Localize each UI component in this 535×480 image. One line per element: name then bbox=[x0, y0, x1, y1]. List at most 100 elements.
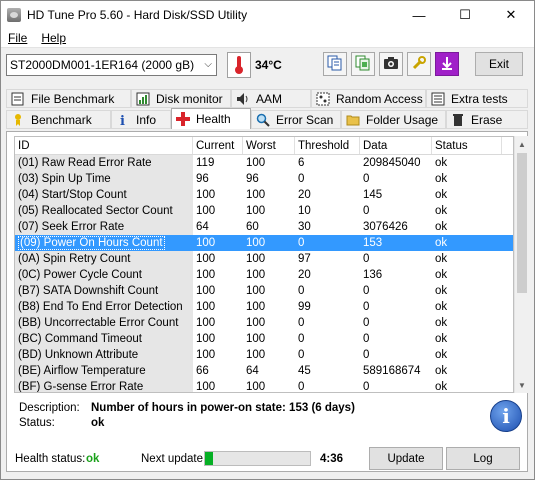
cell-current-text: 100 bbox=[196, 381, 216, 393]
scroll-up-icon[interactable]: ▲ bbox=[515, 136, 529, 152]
cell-id-text: (07) Seek Error Rate bbox=[18, 221, 125, 233]
table-row[interactable]: (BF) G-sense Error Rate 100 100 0 0 ok bbox=[15, 379, 513, 393]
cell-status-text: ok bbox=[435, 365, 448, 377]
cell-status: ok bbox=[432, 331, 502, 347]
cell-data: 136 bbox=[360, 267, 432, 283]
cell-worst: 100 bbox=[243, 315, 295, 331]
attribute-details: Description: Number of hours in power-on… bbox=[19, 400, 355, 430]
menu-file[interactable]: File bbox=[1, 31, 34, 45]
next-update-label: Next update: bbox=[141, 453, 207, 465]
table-row[interactable]: (BE) Airflow Temperature 66 64 45 589168674 o… bbox=[15, 363, 513, 379]
cell-data-text: 589168674 bbox=[363, 365, 421, 377]
header-status[interactable]: Status bbox=[432, 137, 502, 154]
tab-extra-tests[interactable]: Extra tests bbox=[426, 89, 528, 108]
cell-current: 100 bbox=[193, 235, 243, 251]
screenshot-button[interactable] bbox=[379, 52, 403, 76]
header-data[interactable]: Data bbox=[360, 137, 432, 154]
cell-current-text: 64 bbox=[196, 221, 209, 233]
cell-threshold-text: 20 bbox=[298, 189, 311, 201]
table-row[interactable]: (BD) Unknown Attribute 100 100 0 0 ok bbox=[15, 347, 513, 363]
cell-status: ok bbox=[432, 363, 502, 379]
table-row[interactable]: (09) Power On Hours Count 100 100 0 153 ok bbox=[15, 235, 513, 251]
options-button[interactable] bbox=[407, 52, 431, 76]
cell-id-text: (03) Spin Up Time bbox=[18, 173, 111, 185]
cell-data: 0 bbox=[360, 315, 432, 331]
table-row[interactable]: (B7) SATA Downshift Count 100 100 0 0 ok bbox=[15, 283, 513, 299]
header-current[interactable]: Current bbox=[193, 137, 243, 154]
info-icon[interactable]: i bbox=[490, 400, 522, 432]
tab-info[interactable]: i Info bbox=[111, 110, 171, 129]
cell-status: ok bbox=[432, 267, 502, 283]
cell-status-text: ok bbox=[435, 269, 448, 281]
tab-health-label: Health bbox=[196, 112, 231, 126]
table-row[interactable]: (04) Start/Stop Count 100 100 20 145 ok bbox=[15, 187, 513, 203]
cell-threshold-text: 0 bbox=[298, 317, 305, 329]
tab-folder-usage[interactable]: Folder Usage bbox=[341, 110, 446, 129]
exit-button[interactable]: Exit bbox=[475, 52, 523, 76]
scroll-down-icon[interactable]: ▼ bbox=[515, 377, 529, 393]
cell-id-text: (B7) SATA Downshift Count bbox=[18, 285, 159, 297]
cell-data: 0 bbox=[360, 251, 432, 267]
cell-data-text: 153 bbox=[363, 237, 383, 249]
cell-threshold: 20 bbox=[295, 187, 360, 203]
update-button[interactable]: Update bbox=[369, 447, 443, 470]
table-row[interactable]: (0C) Power Cycle Count 100 100 20 136 ok bbox=[15, 267, 513, 283]
menu-help[interactable]: Help bbox=[34, 31, 73, 45]
cell-worst-text: 100 bbox=[246, 205, 266, 217]
save-button[interactable] bbox=[435, 52, 459, 76]
tab-health[interactable]: Health bbox=[171, 108, 251, 129]
cell-threshold-text: 10 bbox=[298, 205, 311, 217]
cell-current-text: 96 bbox=[196, 173, 209, 185]
copy-text-icon bbox=[327, 55, 343, 74]
header-worst[interactable]: Worst bbox=[243, 137, 295, 154]
table-scrollbar[interactable]: ▲ ▼ bbox=[514, 136, 528, 393]
cell-threshold-text: 45 bbox=[298, 365, 311, 377]
header-threshold[interactable]: Threshold bbox=[295, 137, 360, 154]
cell-threshold-text: 0 bbox=[298, 333, 305, 345]
table-row[interactable]: (03) Spin Up Time 96 96 0 0 ok bbox=[15, 171, 513, 187]
drive-select[interactable]: ST2000DM001-1ER164 (2000 gB) ⌵ bbox=[6, 54, 217, 76]
tab-aam[interactable]: AAM bbox=[231, 89, 311, 108]
table-row[interactable]: (07) Seek Error Rate 64 60 30 3076426 ok bbox=[15, 219, 513, 235]
close-button[interactable]: ✕ bbox=[488, 1, 534, 29]
tab-disk-monitor[interactable]: Disk monitor bbox=[131, 89, 231, 108]
cell-status: ok bbox=[432, 235, 502, 251]
copy-text-button[interactable] bbox=[323, 52, 347, 76]
cell-worst-text: 100 bbox=[246, 237, 266, 249]
table-row[interactable]: (05) Reallocated Sector Count 100 100 10 0 ok bbox=[15, 203, 513, 219]
cell-status-text: ok bbox=[435, 349, 448, 361]
cell-threshold-text: 0 bbox=[298, 349, 305, 361]
maximize-button[interactable]: ☐ bbox=[442, 1, 488, 29]
menu-file-label: File bbox=[8, 31, 28, 45]
cell-current: 100 bbox=[193, 187, 243, 203]
cell-data-text: 0 bbox=[363, 253, 370, 265]
tab-error-scan[interactable]: Error Scan bbox=[251, 110, 341, 129]
table-row[interactable]: (BC) Command Timeout 100 100 0 0 ok bbox=[15, 331, 513, 347]
speaker-icon bbox=[236, 92, 250, 106]
minimize-button[interactable]: — bbox=[396, 1, 442, 29]
tab-random-access-label: Random Access bbox=[336, 91, 423, 106]
header-id[interactable]: ID bbox=[15, 137, 193, 154]
cell-threshold-text: 0 bbox=[298, 237, 305, 249]
cell-data-text: 145 bbox=[363, 189, 383, 201]
smart-table[interactable]: ID Current Worst Threshold Data Status (… bbox=[14, 136, 514, 393]
cell-id: (BD) Unknown Attribute bbox=[15, 347, 193, 363]
cell-id: (0C) Power Cycle Count bbox=[15, 267, 193, 283]
tab-benchmark-label: Benchmark bbox=[31, 112, 92, 127]
tab-file-benchmark[interactable]: File Benchmark bbox=[6, 89, 131, 108]
status-label: Status: bbox=[19, 416, 55, 429]
cell-threshold: 97 bbox=[295, 251, 360, 267]
cell-data: 0 bbox=[360, 331, 432, 347]
copy-screenshot-button[interactable] bbox=[351, 52, 375, 76]
table-row[interactable]: (B8) End To End Error Detection 100 100 99 0… bbox=[15, 299, 513, 315]
tab-erase[interactable]: Erase bbox=[446, 110, 528, 129]
table-row[interactable]: (0A) Spin Retry Count 100 100 97 0 ok bbox=[15, 251, 513, 267]
tab-random-access[interactable]: Random Access bbox=[311, 89, 426, 108]
log-button[interactable]: Log bbox=[446, 447, 520, 470]
down-arrow-icon bbox=[440, 55, 454, 74]
cell-current-text: 100 bbox=[196, 349, 216, 361]
tab-benchmark[interactable]: Benchmark bbox=[6, 110, 111, 129]
scroll-thumb[interactable] bbox=[517, 153, 527, 293]
table-row[interactable]: (01) Raw Read Error Rate 119 100 6 209845040… bbox=[15, 155, 513, 171]
table-row[interactable]: (BB) Uncorrectable Error Count 100 100 0 0 ok bbox=[15, 315, 513, 331]
